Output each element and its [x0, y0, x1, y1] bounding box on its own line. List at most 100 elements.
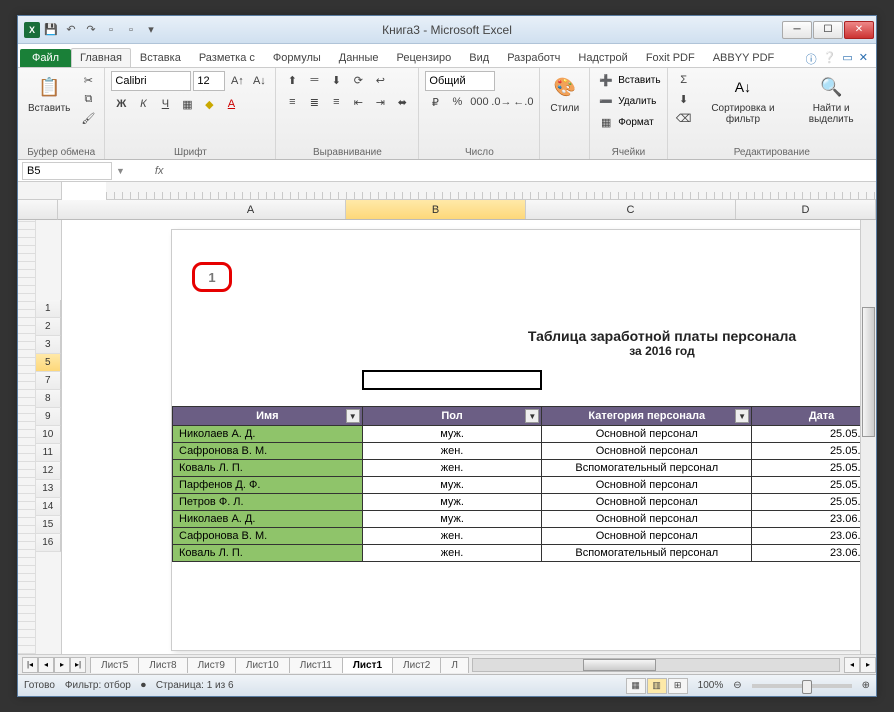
- sheet-tab-Лист11[interactable]: Лист11: [289, 657, 343, 673]
- align-right-icon[interactable]: ≡: [326, 93, 346, 111]
- sort-filter-button[interactable]: A↓ Сортировка и фильтр: [698, 71, 789, 127]
- table-cell[interactable]: Основной персонал: [542, 494, 752, 511]
- row-header-2[interactable]: 2: [36, 318, 61, 336]
- zoom-slider[interactable]: [752, 684, 852, 688]
- align-bottom-icon[interactable]: ⬇: [326, 71, 346, 89]
- comma-icon[interactable]: 000: [469, 93, 489, 111]
- table-header-2[interactable]: Категория персонала▼: [542, 407, 752, 426]
- close-button[interactable]: ✕: [844, 21, 874, 39]
- row-header-14[interactable]: 14: [36, 498, 61, 516]
- decrease-font-icon[interactable]: A↓: [249, 72, 269, 90]
- table-cell[interactable]: жен.: [362, 443, 542, 460]
- format-painter-icon[interactable]: 🖌: [78, 109, 98, 127]
- merge-icon[interactable]: ⬌: [392, 93, 412, 111]
- ribbon-tab-1[interactable]: Вставка: [131, 48, 190, 67]
- table-cell[interactable]: Сафронова В. М.: [173, 443, 363, 460]
- increase-decimal-icon[interactable]: .0→: [491, 93, 511, 111]
- table-cell[interactable]: Вспомогательный персонал: [542, 460, 752, 477]
- table-row[interactable]: Коваль Л. П.жен.Вспомогательный персонал…: [173, 460, 877, 477]
- row-header-13[interactable]: 13: [36, 480, 61, 498]
- bold-button[interactable]: Ж: [111, 95, 131, 113]
- percent-icon[interactable]: %: [447, 93, 467, 111]
- row-header-8[interactable]: 8: [36, 390, 61, 408]
- table-row[interactable]: Коваль Л. П.жен.Вспомогательный персонал…: [173, 545, 877, 562]
- currency-icon[interactable]: ₽: [425, 93, 445, 111]
- table-cell[interactable]: Основной персонал: [542, 477, 752, 494]
- view-layout-icon[interactable]: ▥: [647, 678, 667, 694]
- zoom-in-icon[interactable]: ⊕: [862, 680, 870, 691]
- decrease-indent-icon[interactable]: ⇤: [348, 93, 368, 111]
- table-cell[interactable]: Сафронова В. М.: [173, 528, 363, 545]
- ribbon-tab-9[interactable]: Foxit PDF: [637, 48, 704, 67]
- table-cell[interactable]: 25.05.2016: [752, 494, 876, 511]
- maximize-button[interactable]: ☐: [813, 21, 843, 39]
- table-cell[interactable]: Основной персонал: [542, 426, 752, 443]
- hscroll-left-icon[interactable]: ◂: [844, 657, 860, 673]
- row-header-16[interactable]: 16: [36, 534, 61, 552]
- number-format-select[interactable]: [425, 71, 495, 91]
- font-size-select[interactable]: [193, 71, 225, 91]
- ribbon-tab-0[interactable]: Главная: [71, 48, 131, 67]
- sheet-tab-Лист5[interactable]: Лист5: [90, 657, 139, 673]
- table-header-1[interactable]: Пол▼: [362, 407, 542, 426]
- column-header-A[interactable]: A: [156, 200, 346, 219]
- column-header-D[interactable]: D: [736, 200, 876, 219]
- align-center-icon[interactable]: ≣: [304, 93, 324, 111]
- name-box-dropdown-icon[interactable]: ▼: [112, 166, 129, 176]
- fill-icon[interactable]: ⬇: [674, 90, 694, 108]
- table-cell[interactable]: Петров Ф. Л.: [173, 494, 363, 511]
- undo-icon[interactable]: ↶: [62, 21, 80, 39]
- table-row[interactable]: Николаев А. Д.муж.Основной персонал23.06…: [173, 511, 877, 528]
- font-name-select[interactable]: [111, 71, 191, 91]
- row-header-1[interactable]: 1: [36, 300, 61, 318]
- record-macro-icon[interactable]: ⏺: [141, 680, 146, 691]
- column-header-B[interactable]: B: [346, 200, 526, 219]
- table-cell[interactable]: 25.05.2016: [752, 426, 876, 443]
- table-cell[interactable]: Коваль Л. П.: [173, 460, 363, 477]
- format-cells-icon[interactable]: ▦: [596, 113, 616, 131]
- sheet-tab-Лист8[interactable]: Лист8: [138, 657, 187, 673]
- view-pagebreak-icon[interactable]: ⊞: [668, 678, 688, 694]
- table-cell[interactable]: Основной персонал: [542, 511, 752, 528]
- align-top-icon[interactable]: ⬆: [282, 71, 302, 89]
- help-icon[interactable]: ❔: [823, 51, 837, 67]
- paste-button[interactable]: 📋 Вставить: [24, 71, 74, 116]
- copy-icon[interactable]: ⧉: [78, 90, 98, 108]
- table-row[interactable]: Николаев А. Д.муж.Основной персонал25.05…: [173, 426, 877, 443]
- row-header-3[interactable]: 3: [36, 336, 61, 354]
- autosum-icon[interactable]: Σ: [674, 71, 694, 89]
- table-cell[interactable]: муж.: [362, 477, 542, 494]
- table-cell[interactable]: Парфенов Д. Ф.: [173, 477, 363, 494]
- sheet-nav-next-icon[interactable]: ▸: [54, 657, 70, 673]
- delete-cells-icon[interactable]: ➖: [596, 92, 616, 110]
- clear-icon[interactable]: ⌫: [674, 109, 694, 127]
- file-tab[interactable]: Файл: [20, 49, 71, 67]
- column-header-C[interactable]: C: [526, 200, 736, 219]
- horizontal-scrollbar[interactable]: [472, 658, 840, 672]
- font-color-icon[interactable]: A: [221, 95, 241, 113]
- sheet-tab-Лист10[interactable]: Лист10: [235, 657, 290, 673]
- table-header-3[interactable]: Дата▼: [752, 407, 876, 426]
- table-row[interactable]: Парфенов Д. Ф.муж.Основной персонал25.05…: [173, 477, 877, 494]
- table-cell[interactable]: муж.: [362, 511, 542, 528]
- table-cell[interactable]: жен.: [362, 545, 542, 562]
- underline-button[interactable]: Ч: [155, 95, 175, 113]
- fill-color-icon[interactable]: ◆: [199, 95, 219, 113]
- filter-dropdown-icon[interactable]: ▼: [346, 409, 360, 423]
- selected-cell[interactable]: [362, 370, 542, 390]
- zoom-out-icon[interactable]: ⊖: [733, 680, 741, 691]
- ribbon-minimize-icon[interactable]: ⓘ: [806, 51, 817, 67]
- excel-icon[interactable]: X: [24, 22, 40, 38]
- ribbon-close-icon[interactable]: ✕: [859, 51, 868, 67]
- qat-dropdown-icon[interactable]: ▾: [142, 21, 160, 39]
- sheet-tab-Л[interactable]: Л: [440, 657, 469, 673]
- table-cell[interactable]: муж.: [362, 494, 542, 511]
- name-box[interactable]: B5: [22, 162, 112, 180]
- sheet-tab-Лист2[interactable]: Лист2: [392, 657, 441, 673]
- styles-button[interactable]: 🎨 Стили: [546, 71, 583, 116]
- table-cell[interactable]: 23.06.2016: [752, 545, 876, 562]
- table-cell[interactable]: Коваль Л. П.: [173, 545, 363, 562]
- sheet-tab-Лист1[interactable]: Лист1: [342, 657, 393, 673]
- sheet-tab-Лист9[interactable]: Лист9: [187, 657, 236, 673]
- find-select-button[interactable]: 🔍 Найти и выделить: [792, 71, 870, 127]
